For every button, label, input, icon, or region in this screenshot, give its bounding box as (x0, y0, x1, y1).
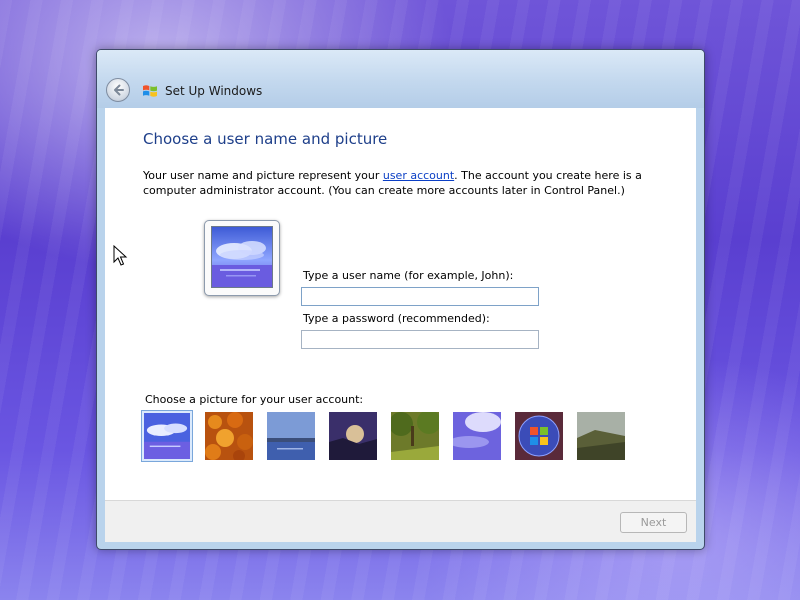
page-heading: Choose a user name and picture (143, 130, 388, 148)
windows-logo-icon (143, 85, 157, 97)
window-title: Set Up Windows (165, 84, 263, 98)
username-label: Type a user name (for example, John): (303, 269, 514, 282)
windows-logo-orb-picture (515, 412, 563, 460)
password-input[interactable] (301, 330, 539, 349)
selected-picture-preview (204, 220, 280, 296)
content-panel: Choose a user name and picture Your user… (105, 108, 696, 500)
description-text: Your user name and picture represent you… (143, 169, 383, 182)
picture-gallery (141, 410, 683, 466)
username-input[interactable] (301, 287, 539, 306)
picture-option-forest-path[interactable] (389, 410, 441, 460)
title-bar: Set Up Windows (97, 50, 704, 108)
picture-option-hillside[interactable] (577, 412, 625, 460)
preview-picture (211, 226, 273, 288)
picture-option-purple-sky[interactable] (449, 412, 501, 460)
hillside-picture (577, 412, 625, 460)
picture-option-sunset[interactable] (329, 412, 377, 460)
back-button[interactable] (106, 78, 130, 102)
password-label: Type a password (recommended): (303, 312, 490, 325)
footer-bar: Next (105, 500, 696, 542)
next-button[interactable]: Next (620, 512, 687, 533)
picture-option-lake[interactable] (267, 412, 315, 460)
clouds-over-water-picture (144, 413, 190, 459)
setup-window: Set Up Windows Choose a user name and pi… (96, 49, 705, 550)
lake-picture (267, 412, 315, 460)
picture-option-autumn-leaves[interactable] (205, 412, 253, 462)
choose-picture-label: Choose a picture for your user account: (145, 393, 364, 406)
picture-option-clouds-over-water[interactable] (141, 410, 193, 462)
picture-option-windows-logo-orb[interactable] (515, 412, 563, 460)
purple-sky-picture (449, 412, 501, 460)
sunset-picture (329, 412, 377, 460)
autumn-leaves-picture (205, 412, 253, 462)
user-account-link[interactable]: user account (383, 169, 454, 182)
mouse-cursor-icon (113, 245, 128, 266)
page-description: Your user name and picture represent you… (143, 168, 663, 198)
back-arrow-icon (114, 84, 124, 96)
forest-path-picture (389, 410, 441, 460)
